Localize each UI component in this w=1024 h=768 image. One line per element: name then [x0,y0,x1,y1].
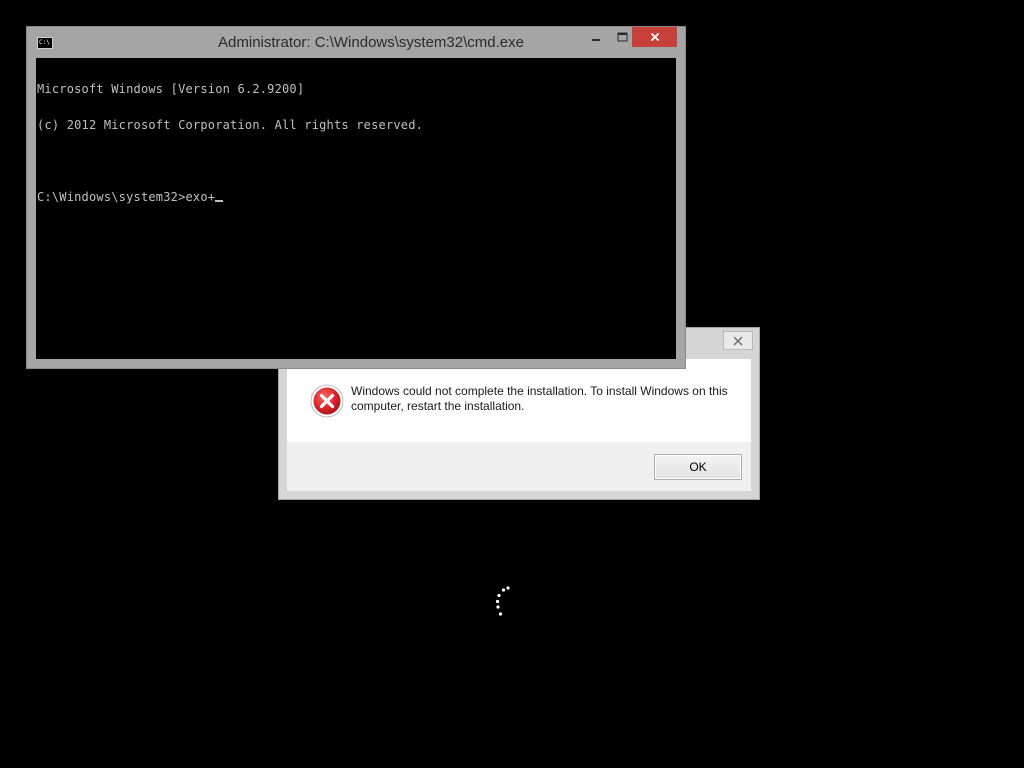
console-input[interactable]: exo+ [186,190,216,204]
cmd-icon[interactable]: C:\ [37,37,53,49]
cmd-titlebar[interactable]: C:\ Administrator: C:\Windows\system32\c… [27,27,685,58]
maximize-icon [617,32,627,42]
desktop-screen: Windows could not complete the installat… [0,0,1024,768]
dialog-close-button[interactable] [723,331,753,350]
close-icon [733,336,743,345]
console-line-version: Microsoft Windows [Version 6.2.9200] [37,82,305,96]
console-text: Microsoft Windows [Version 6.2.9200] (c)… [37,59,423,227]
ok-button[interactable]: OK [654,454,742,480]
dialog-footer: OK [287,442,751,491]
minimize-button[interactable] [583,27,609,47]
text-cursor [215,200,224,202]
error-icon [310,384,344,418]
console-prompt: C:\Windows\system32> [37,190,186,204]
loading-spinner-icon [495,586,510,616]
close-icon [650,32,659,42]
close-button[interactable] [632,27,677,47]
cmd-console-output[interactable]: Microsoft Windows [Version 6.2.9200] (c)… [36,58,676,359]
console-prompt-line[interactable]: C:\Windows\system32>exo+ [37,191,423,203]
minimize-icon [592,39,600,41]
dialog-message: Windows could not complete the installat… [351,384,728,413]
cmd-window: C:\ Administrator: C:\Windows\system32\c… [26,26,686,369]
cmd-icon-label: C:\ [39,39,50,46]
dialog-body: Windows could not complete the installat… [287,359,751,442]
console-line-copyright: (c) 2012 Microsoft Corporation. All righ… [37,118,424,132]
